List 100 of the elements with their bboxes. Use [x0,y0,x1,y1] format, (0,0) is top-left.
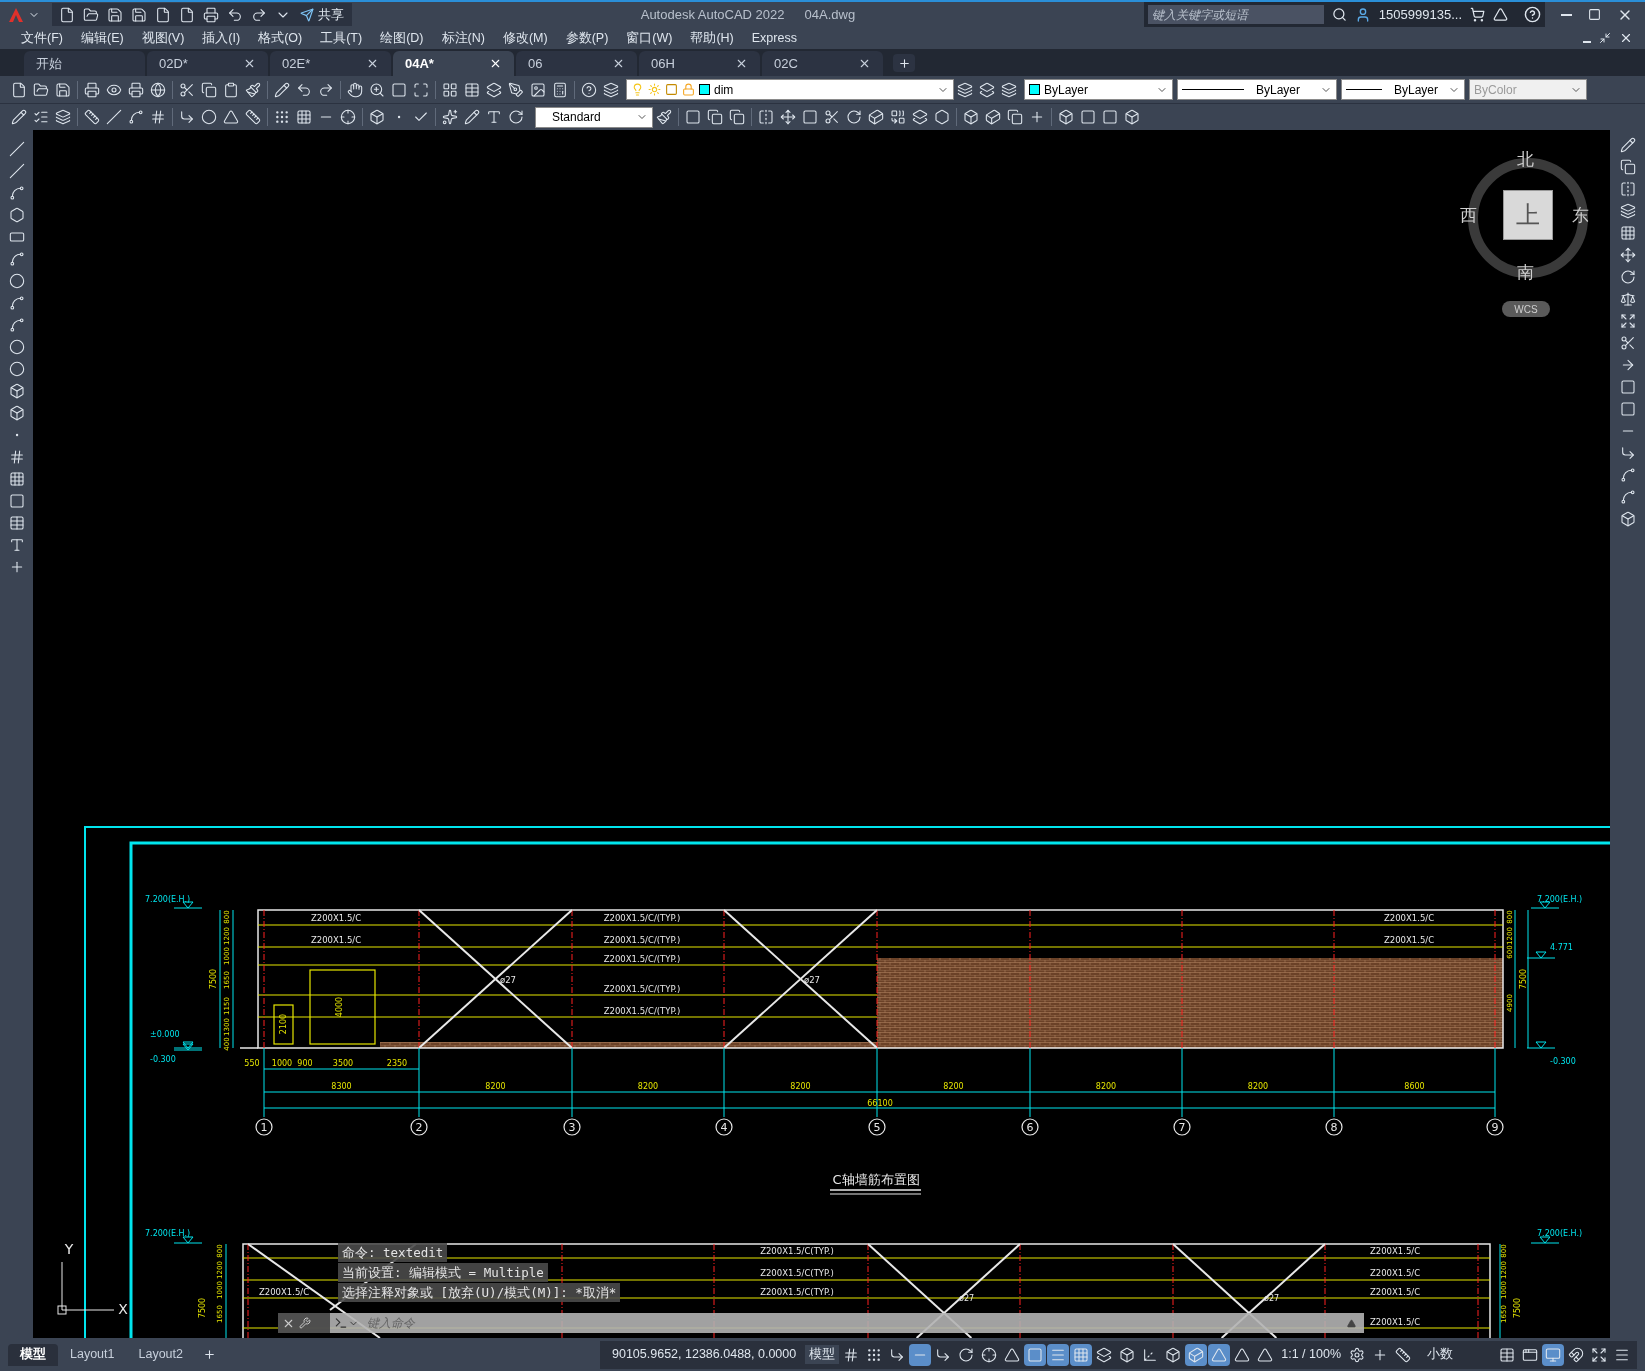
dimension-text: 7500 [1519,968,1528,990]
level-label: 4.771 [1550,943,1573,952]
purlin-label: Z200X1.5/C(TYP.) [760,1246,834,1256]
menu-item[interactable]: 插入(I) [193,28,250,48]
level-label: -0.300 [1550,1057,1576,1066]
command-line-field[interactable]: 键入命令 [278,1313,1364,1333]
axis-number: 9 [1491,1121,1499,1134]
purlin-label: Z200X1.5/C [310,935,362,945]
brace-label: ø27 [500,975,516,985]
command-input[interactable]: 键入命令 [367,1314,1347,1332]
menu-item[interactable]: 文件(F) [12,28,72,48]
document-tab[interactable]: 02E* [270,51,391,76]
level-label: 7.200(E.H.) [1537,895,1583,904]
menu-item[interactable]: 修改(M) [493,28,557,48]
purlin-label: Z200X1.5/C [1383,913,1435,923]
axis-label: X [118,1301,128,1317]
document-tab[interactable]: 06 [516,51,637,76]
dimension-text: 8200 [1247,1082,1269,1091]
purlin-label: Z200X1.5/C [1369,1246,1421,1256]
compass-label[interactable]: 南 [1517,260,1534,286]
purlin-label: Z200X1.5/C/(TYP.) [603,984,681,994]
purlin-label: Z200X1.5/C [310,913,362,923]
dimension-text: 8200 [637,1082,659,1091]
menu-item[interactable]: 编辑(E) [71,28,133,48]
axis-number: 7 [1178,1121,1186,1134]
level-label: ±0.000 [150,1030,180,1039]
dimension-text: 1000 [271,1059,293,1068]
menu-item[interactable]: 参数(P) [556,28,618,48]
color-dropdown[interactable]: ByLayer [1024,79,1173,100]
coordinates: 90105.9652, 12386.0488, 0.0000 [611,1346,798,1364]
document-tab[interactable]: 04A* [393,51,514,76]
purlin-label: Z200X1.5/C/(TYP.) [603,1006,681,1016]
purlin-label: Z200X1.5/C(TYP.) [760,1287,834,1297]
search-field[interactable]: 键入关键字或短语 [1147,5,1324,24]
axis-label: Y [64,1241,74,1257]
document-tab[interactable]: 02D* [147,51,268,76]
document-tab[interactable]: 06H [639,51,760,76]
file-name: 04A.dwg [804,5,856,24]
purlin-label: Z200X1.5/C/(TYP.) [603,913,681,923]
document-tab[interactable]: 开始 [24,51,145,76]
lineweight-dropdown[interactable]: ByLayer [1341,79,1465,100]
axis-number: 6 [1026,1121,1034,1134]
dimension-text: 2350 [386,1059,408,1068]
drawing-title: C轴墙筋布置图 [832,1172,920,1187]
document-tab[interactable]: 02C [762,51,883,76]
level-label: 7.200(E.H.) [145,895,191,904]
dimension-text: 3500 [332,1059,354,1068]
axis-number: 4 [720,1121,728,1134]
units-dropdown[interactable]: 小数 [1415,1345,1495,1364]
layout-tab[interactable]: Layout2 [126,1343,195,1366]
menu-item[interactable]: 格式(O) [249,28,312,48]
layer-dropdown[interactable]: dim [626,79,954,100]
linetype-dropdown[interactable]: ByLayer [1177,79,1337,100]
purlin-label: Z200X1.5/C [258,1287,310,1297]
compass-label[interactable]: 东 [1572,203,1589,229]
dimension-text: 2100 [279,1013,288,1035]
dimension-text: 7500 [209,968,218,990]
purlin-label: Z200X1.5/C/(TYP.) [603,935,681,945]
menu-item[interactable]: Express [742,28,806,48]
level-label: 7.200(E.H.) [1537,1229,1583,1238]
layout-tab[interactable]: 模型 [8,1343,58,1366]
axis-number: 5 [873,1121,881,1134]
purlin-label: Z200X1.5/C/(TYP.) [603,954,681,964]
model-space-button[interactable]: 模型 [805,1345,840,1364]
dimension-text: 8200 [1095,1082,1117,1091]
menu-item[interactable]: 视图(V) [132,28,194,48]
dimension-text: 8200 [790,1082,811,1091]
menu-item[interactable]: 窗口(W) [617,28,682,48]
purlin-label: Z200X1.5/C [1369,1287,1421,1297]
dimension-text: 8200 [943,1082,964,1091]
purlin-label: Z200X1.5/C [1383,935,1435,945]
axis-number: 3 [568,1121,576,1134]
dimension-text: 4000 [335,996,344,1018]
dimension-text: 8300 [331,1082,352,1091]
user-name[interactable]: 1505999135... [1378,4,1462,25]
menu-item[interactable]: 绘图(D) [371,28,433,48]
axis-number: 2 [415,1121,423,1134]
level-label: -0.300 [150,1055,176,1064]
menu-item[interactable]: 标注(N) [432,28,494,48]
compass-label[interactable]: 西 [1460,203,1477,229]
menu-item[interactable]: 帮助(H) [681,28,743,48]
menu-item[interactable]: 工具(T) [311,28,372,48]
dimension-text: 550 [244,1059,260,1068]
share-button[interactable]: 共享 [296,4,348,25]
dimension-text: 8600 [1404,1082,1425,1091]
dimension-text: 900 [297,1059,313,1068]
dimension-text: 7500 [1513,1297,1522,1319]
axis-number: 8 [1330,1121,1338,1134]
purlin-label: Z200X1.5/C [1369,1268,1421,1278]
layout-tab[interactable]: Layout1 [58,1343,127,1366]
purlin-label: Z200X1.5/C(TYP.) [760,1268,834,1278]
app-title: Autodesk AutoCAD 2022 [640,5,785,24]
dimension-text: 66100 [867,1099,893,1108]
text-style-dropdown[interactable]: Standard [535,106,653,128]
purlin-label: Z200X1.5/C [1369,1317,1421,1327]
wcs-menu-button[interactable]: WCS [1502,301,1550,317]
compass-label[interactable]: 北 [1517,147,1534,173]
viewcube-face[interactable]: 上 [1503,190,1553,240]
brace-label: ø27 [804,975,820,985]
annotation-scale[interactable]: 1:1 / 100% [1277,1345,1345,1364]
